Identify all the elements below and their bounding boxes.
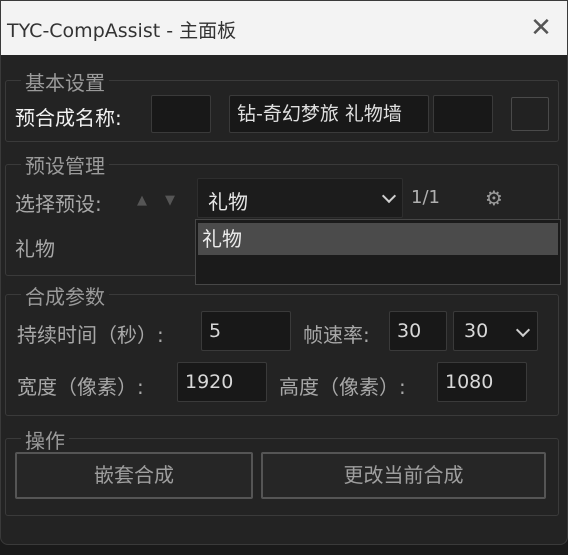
width-input[interactable]: 1920	[177, 362, 267, 402]
preset-dropdown-list: 礼物	[195, 219, 561, 285]
close-icon[interactable]: ✕	[525, 12, 557, 44]
duration-label: 持续时间（秒）:	[17, 323, 164, 347]
precomp-name-label: 预合成名称:	[15, 106, 122, 130]
preset-name-label: 礼物	[15, 237, 55, 261]
fps-select[interactable]: 30	[453, 311, 538, 351]
width-label: 宽度（像素）:	[17, 375, 144, 399]
fps-select-value: 30	[464, 320, 489, 342]
height-label: 高度（像素）:	[279, 375, 406, 399]
title-bar[interactable]: TYC-CompAssist - 主面板 ✕	[1, 1, 567, 55]
fps-input[interactable]: 30	[389, 311, 447, 351]
operations-legend: 操作	[21, 425, 69, 454]
basic-settings-legend: 基本设置	[21, 67, 109, 96]
precomp-prefix-field[interactable]	[151, 95, 211, 133]
change-comp-button[interactable]: 更改当前合成	[261, 452, 546, 499]
preset-management-legend: 预设管理	[21, 150, 109, 179]
select-preset-label: 选择预设:	[15, 192, 102, 216]
chevron-down-icon	[381, 188, 397, 204]
nest-comp-button[interactable]: 嵌套合成	[15, 452, 253, 499]
chevron-down-icon	[515, 322, 531, 338]
preset-counter: 1/1	[411, 187, 440, 208]
preset-up-icon[interactable]: ▲	[137, 193, 147, 208]
precomp-name-field[interactable]: 钻-奇幻梦旅 礼物墙	[229, 95, 429, 133]
preset-down-icon[interactable]: ▼	[165, 193, 175, 208]
main-panel-window: TYC-CompAssist - 主面板 ✕ 基本设置 预合成名称: 钻-奇幻梦…	[0, 0, 568, 545]
fps-label: 帧速率:	[303, 323, 370, 347]
gear-icon[interactable]: ⚙	[485, 186, 503, 210]
height-input[interactable]: 1080	[437, 362, 527, 402]
duration-input[interactable]: 5	[201, 311, 291, 351]
preset-select-value: 礼物	[208, 190, 248, 214]
comp-params-legend: 合成参数	[21, 281, 109, 310]
color-swatch-button[interactable]	[511, 97, 549, 131]
window-title: TYC-CompAssist - 主面板	[7, 20, 237, 42]
preset-select[interactable]: 礼物	[197, 178, 403, 218]
precomp-suffix-field[interactable]	[433, 95, 493, 133]
preset-option[interactable]: 礼物	[198, 223, 558, 255]
